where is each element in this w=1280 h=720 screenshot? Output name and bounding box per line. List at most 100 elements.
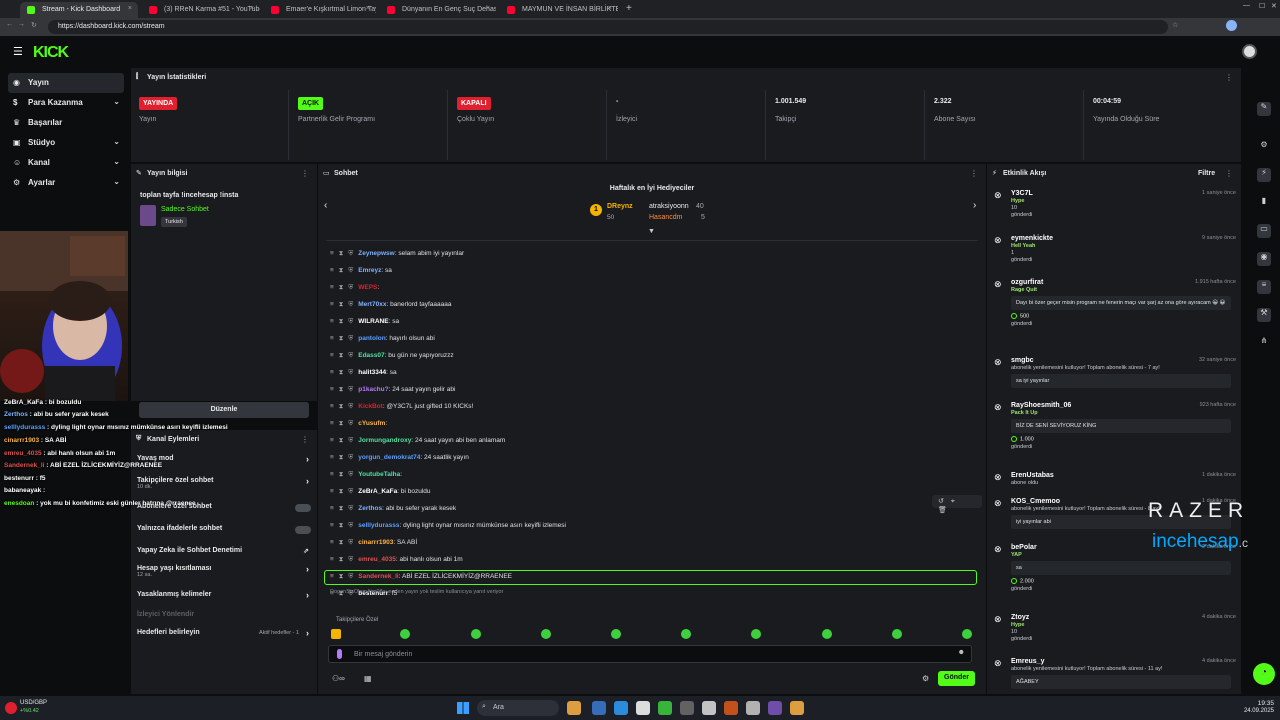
timeout-icon[interactable]: ⧗ (339, 284, 344, 291)
chat-message[interactable]: ≡ ⧗ ⛨ p1kachu?: 24 saat yayın gelir abi (330, 386, 455, 400)
drag-handle-icon[interactable]: ≡ (330, 437, 334, 444)
activity-event[interactable]: ⊗ ozgurfirat Rage Quit Dayı bi özer geçer m… (994, 279, 1240, 327)
taskbar-app-icon[interactable] (768, 701, 782, 715)
menu-icon[interactable]: ☰ (13, 45, 23, 58)
chat-message[interactable]: ≡ ⧗ ⛨ WEPS: (330, 284, 379, 298)
sidebar-item[interactable]: $ Para Kazanma ⌄ (8, 93, 124, 113)
sidebar-item[interactable]: ☺ Kanal ⌄ (8, 153, 124, 173)
kick-logo[interactable]: KICK (33, 44, 69, 62)
timeout-icon[interactable]: ⧗ (339, 352, 344, 359)
chat-message[interactable]: ≡ ⧗ ⛨ Mert70xx: banerlord tayfaaaaaa (330, 301, 452, 315)
new-tab-button[interactable]: + (626, 3, 632, 14)
chat-settings-icon[interactable]: ⚙ (922, 674, 929, 683)
chat-tools-icon[interactable]: ⚇∞ (332, 674, 345, 683)
drag-handle-icon[interactable]: ≡ (330, 522, 334, 529)
taskbar-search[interactable]: ⌕ Ara (477, 700, 559, 716)
timeout-icon[interactable]: ⧗ (339, 369, 344, 376)
drag-handle-icon[interactable]: ≡ (330, 369, 334, 376)
timeout-icon[interactable]: ⧗ (339, 556, 344, 563)
chat-input[interactable]: Bir mesaj gönderin ☻ (328, 645, 972, 663)
emote-icon[interactable] (400, 629, 410, 639)
layers-icon[interactable]: ≡ (1257, 280, 1271, 294)
timeout-icon[interactable]: ⧗ (339, 437, 344, 444)
chat-message[interactable]: ≡ ⧗ ⛨ pantolon: hayırlı olsun abi (330, 335, 435, 349)
drag-handle-icon[interactable]: ≡ (330, 318, 334, 325)
chat-message[interactable]: ≡ ⧗ ⛨ emreu_4035: abi hanlı olsun abi 1m (330, 556, 463, 570)
timeout-icon[interactable]: ⧗ (339, 250, 344, 257)
drag-handle-icon[interactable]: ≡ (330, 454, 334, 461)
settings-icon[interactable]: ⚙ (1257, 140, 1271, 154)
channel-action-item[interactable]: Hedefleri belirleyin Aktif hedefler - 1 › (137, 628, 311, 645)
drag-handle-icon[interactable]: ≡ (330, 488, 334, 495)
timeout-icon[interactable]: ⧗ (339, 386, 344, 393)
tab-close-icon[interactable]: × (366, 5, 370, 12)
tab-close-icon[interactable]: × (486, 5, 490, 12)
taskbar-app-icon[interactable] (724, 701, 738, 715)
drag-handle-icon[interactable]: ≡ (330, 267, 334, 274)
channel-action-item[interactable]: Yapay Zeka ile Sohbet Denetimi ⇗ (137, 547, 311, 563)
wrench-icon[interactable]: ⚒ (1257, 308, 1271, 322)
chat-menu-icon[interactable]: ⋮ (970, 169, 978, 178)
activity-event[interactable]: ⊗ Ztoyz Hype 10 gönderdi 4 dakika önce (994, 614, 1240, 642)
emote-icon[interactable] (681, 629, 691, 639)
drag-handle-icon[interactable]: ≡ (330, 539, 334, 546)
timeout-icon[interactable]: ⧗ (339, 539, 344, 546)
chat-username[interactable]: WILRANE (358, 318, 388, 325)
forward-icon[interactable]: → (18, 21, 25, 28)
chat-username[interactable]: yorgun_demokrat74 (358, 454, 420, 461)
tab-close-icon[interactable]: × (608, 5, 612, 12)
chat-message[interactable]: ≡ ⧗ ⛨ Jormungandroxy: 24 saat yayın abi ben… (330, 437, 505, 451)
chat-username[interactable]: emreu_4035 (358, 556, 396, 563)
bookmark-star-icon[interactable]: ☆ (1172, 21, 1178, 29)
activity-event[interactable]: ⊗ ErenUstabas abone oldu 1 dakika önce (994, 472, 1240, 486)
emote-icon[interactable] (892, 629, 902, 639)
close-window-button[interactable]: ✕ (1271, 2, 1277, 10)
chat-message[interactable]: ≡ ⧗ ⛨ ZeBrA_KaFa: bi bozuldu (330, 488, 431, 502)
delete-icon[interactable]: 🗑 (938, 507, 954, 514)
chat-username[interactable]: halit3344 (358, 369, 386, 376)
chat-username[interactable]: Mert70xx (358, 301, 386, 308)
timeout-icon[interactable]: ⧗ (339, 471, 344, 478)
broadcast-icon[interactable]: ◉ (1257, 252, 1271, 266)
chat-username[interactable]: Edass07 (358, 352, 384, 359)
drag-handle-icon[interactable]: ≡ (330, 250, 334, 257)
drag-handle-icon[interactable]: ≡ (330, 386, 334, 393)
chat-username[interactable]: p1kachu? (358, 386, 388, 393)
sidebar-item[interactable]: ♛ Başarılar (8, 113, 124, 133)
lightning-icon[interactable]: ⚡ (1257, 168, 1271, 182)
browser-tab[interactable]: Stream - Kick Dashboard × (20, 2, 138, 18)
chat-username[interactable]: selllydurasss (358, 522, 399, 529)
chat-message[interactable]: ≡ ⧗ ⛨ halit3344: sa (330, 369, 397, 383)
reply-icon[interactable]: ↺ (938, 498, 951, 505)
emote-icon[interactable] (331, 629, 341, 639)
channel-action-item[interactable]: Takipçilere özel sohbet 10 dk. › (137, 476, 311, 493)
drag-handle-icon[interactable]: ≡ (330, 403, 334, 410)
support-chat-icon[interactable]: ◔ (1253, 663, 1275, 685)
timeout-icon[interactable]: ⧗ (339, 267, 344, 274)
chat-message[interactable]: ≡ ⧗ ⛨ cYusufm: (330, 420, 387, 434)
toggle-switch[interactable] (295, 526, 311, 534)
channel-action-item[interactable]: Hesap yaşı kısıtlaması 12 sa. › (137, 564, 311, 581)
chat-message[interactable]: ≡ ⧗ ⛨ KickBot: @Y3C7L just gifted 10 KICKs! (330, 403, 473, 417)
channel-action-item[interactable]: Yalnızca ifadelerle sohbet (137, 525, 311, 541)
browser-tab[interactable]: Dünyanın En Genç Suç Dehası|ğ × (380, 2, 496, 18)
edit-button[interactable]: Düzenle (139, 402, 309, 418)
gifters-prev-icon[interactable]: ‹ (324, 200, 327, 211)
channel-action-item[interactable]: Yasaklanmış kelimeler › (137, 590, 311, 607)
drag-handle-icon[interactable]: ≡ (330, 471, 334, 478)
maximize-button[interactable]: ☐ (1259, 2, 1265, 10)
drag-handle-icon[interactable]: ≡ (330, 284, 334, 291)
taskbar-app-icon[interactable] (614, 701, 628, 715)
taskbar-app-icon[interactable] (680, 701, 694, 715)
timeout-icon[interactable]: ⧗ (339, 403, 344, 410)
profile-icon[interactable] (1226, 20, 1237, 31)
share-icon[interactable]: ⋔ (1257, 336, 1271, 350)
activity-event[interactable]: ⊗ eymenkickte Hell Yeah 1 gönderdi 9 saniye ö… (994, 235, 1240, 263)
chat-username[interactable]: ZeBrA_KaFa (358, 488, 397, 495)
minimize-button[interactable]: — (1243, 2, 1250, 9)
chat-message[interactable]: ≡ ⧗ ⛨ selllydurasss: dyling light oynar mıs… (330, 522, 566, 536)
emote-icon[interactable] (751, 629, 761, 639)
chat-username[interactable]: cinarrr1903 (358, 539, 393, 546)
chat-username[interactable]: pantolon (358, 335, 385, 342)
stream-info-menu-icon[interactable]: ⋮ (301, 169, 309, 178)
